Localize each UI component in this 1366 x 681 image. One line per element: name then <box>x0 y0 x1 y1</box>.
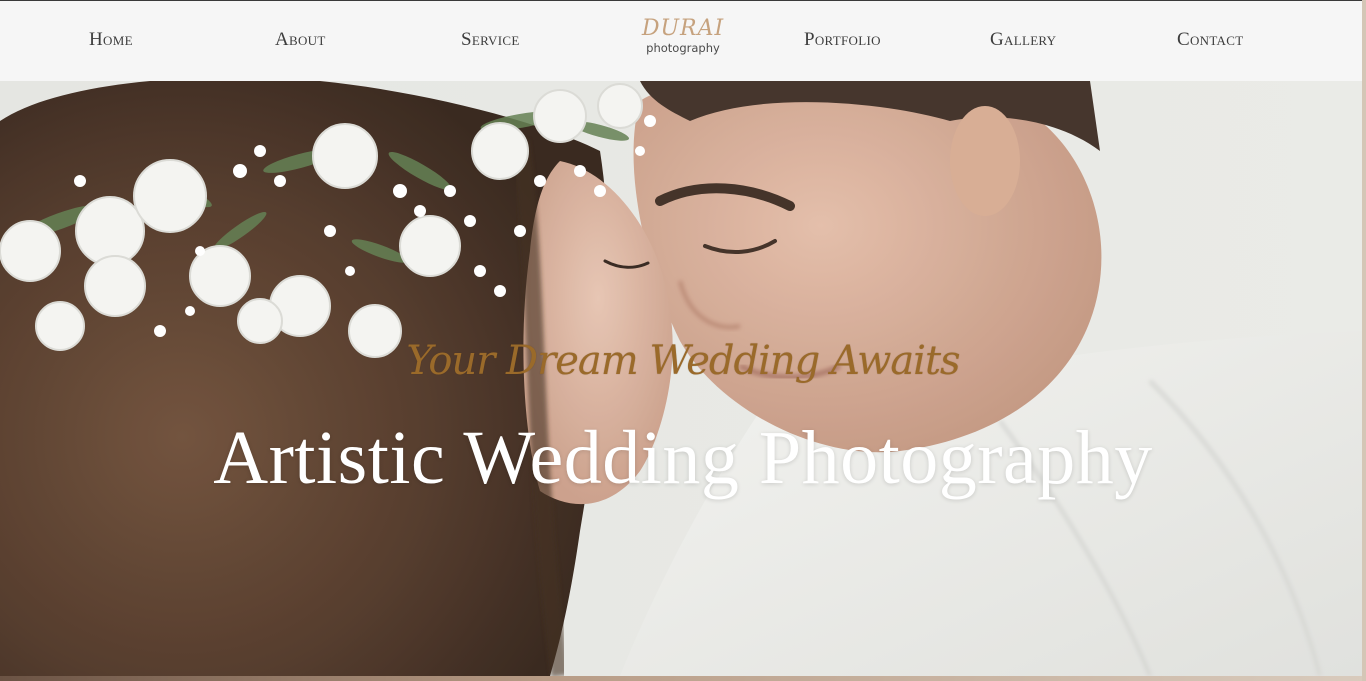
nav-link-portfolio[interactable]: Portfolio <box>804 29 881 51</box>
page: Home About Service DURAI photography Por… <box>0 0 1366 681</box>
logo-subtitle: photography <box>646 41 720 55</box>
hero-tagline: Your Dream Wedding Awaits <box>406 338 960 384</box>
page-right-scrollbar-edge <box>1362 0 1366 681</box>
nav-link-gallery[interactable]: Gallery <box>990 29 1056 51</box>
hero-bottom-edge <box>0 676 1366 681</box>
hero-headline: Artistic Wedding Photography <box>213 416 1153 500</box>
nav-link-about[interactable]: About <box>275 29 326 51</box>
nav-link-service[interactable]: Service <box>461 29 520 51</box>
nav-link-contact[interactable]: Contact <box>1177 29 1243 51</box>
logo-wordmark: DURAI <box>641 16 725 41</box>
brand-logo[interactable]: DURAI photography <box>626 16 740 56</box>
top-navbar: Home About Service DURAI photography Por… <box>0 0 1362 81</box>
nav-link-home[interactable]: Home <box>89 29 133 51</box>
